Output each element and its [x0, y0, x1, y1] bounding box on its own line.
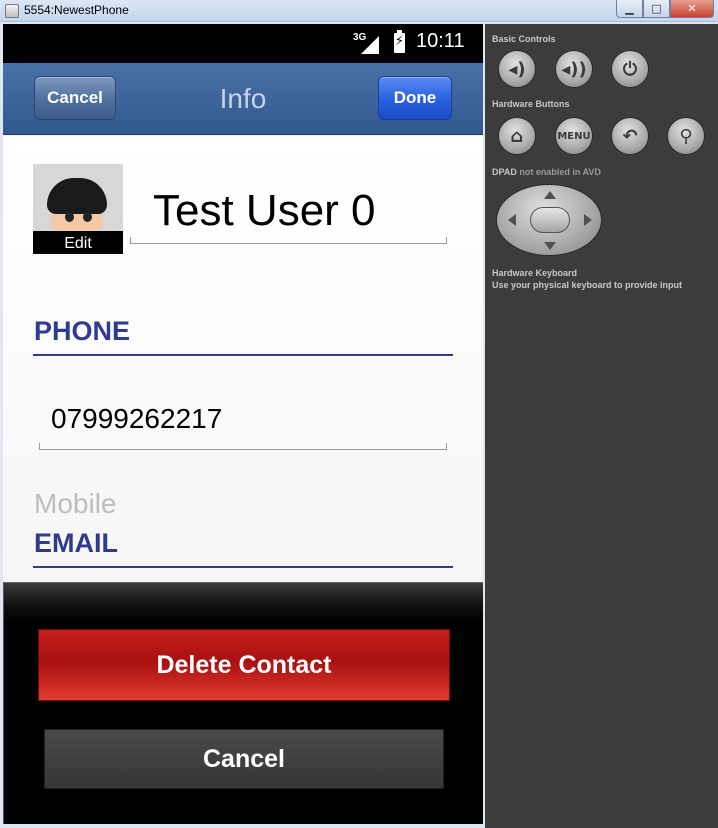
- volume-up-icon[interactable]: ◂)): [555, 50, 593, 88]
- done-button[interactable]: Done: [378, 76, 452, 120]
- volume-down-icon[interactable]: ◂): [498, 50, 536, 88]
- dpad-label: DPAD not enabled in AVD: [492, 167, 601, 177]
- battery-icon: ⚡: [394, 30, 405, 53]
- navigation-bar: Cancel Info Done: [3, 63, 483, 135]
- emulator-control-panel: Basic Controls ◂) ◂)) ⏻ Hardware Buttons…: [485, 24, 718, 828]
- status-bar: 3G ⚡ 10:11: [3, 24, 483, 63]
- search-icon[interactable]: ⚲: [667, 117, 705, 155]
- avatar-eye: [83, 212, 92, 222]
- dpad-center-button[interactable]: [530, 207, 570, 233]
- dpad-up-icon[interactable]: [544, 191, 556, 199]
- power-icon[interactable]: ⏻: [611, 50, 649, 88]
- back-icon[interactable]: ↶: [611, 117, 649, 155]
- action-sheet: Delete Contact Cancel: [3, 582, 483, 824]
- window-controls: ▁ □ ✕: [616, 0, 714, 18]
- dpad-left-icon[interactable]: [508, 214, 516, 226]
- edit-photo-label[interactable]: Edit: [33, 231, 123, 254]
- hardware-keyboard-title: Hardware Keyboard: [492, 268, 578, 278]
- phone-number-input[interactable]: 07999262217: [39, 394, 447, 450]
- delete-contact-button[interactable]: Delete Contact: [38, 629, 450, 701]
- phone-section-title: PHONE: [34, 316, 131, 346]
- basic-controls-label: Basic Controls: [492, 34, 556, 44]
- phone-type-label[interactable]: Mobile: [34, 488, 116, 520]
- name-input[interactable]: Test User 0: [130, 184, 447, 244]
- dpad-right-icon[interactable]: [584, 214, 592, 226]
- phone-screen: 3G ⚡ 10:11 Cancel Info Done Edit Test Us…: [3, 24, 483, 824]
- avatar[interactable]: Edit: [33, 164, 123, 254]
- status-time: 10:11: [416, 30, 465, 52]
- minimize-button[interactable]: ▁: [616, 0, 643, 18]
- menu-button[interactable]: MENU: [555, 117, 593, 155]
- dpad-down-icon[interactable]: [544, 242, 556, 250]
- maximize-button[interactable]: □: [643, 0, 670, 18]
- dpad-control[interactable]: [496, 184, 602, 256]
- phone-section-header: PHONE: [33, 312, 453, 356]
- charging-icon: ⚡: [394, 34, 405, 49]
- email-section-header: EMAIL: [33, 524, 453, 568]
- dpad-status: not enabled in AVD: [519, 167, 601, 177]
- hardware-keyboard-hint: Use your physical keyboard to provide in…: [492, 280, 683, 290]
- hardware-buttons-label: Hardware Buttons: [492, 99, 570, 109]
- app-icon: [5, 4, 19, 18]
- signal-icon: [361, 36, 379, 54]
- sheet-cancel-button[interactable]: Cancel: [44, 729, 444, 789]
- avatar-hair: [47, 178, 107, 214]
- phone-number-value: 07999262217: [51, 403, 223, 434]
- email-section-title: EMAIL: [34, 528, 118, 558]
- window-titlebar: 5554:NewestPhone ▁ □ ✕: [0, 0, 718, 22]
- home-icon[interactable]: ⌂: [498, 117, 536, 155]
- avatar-eye: [65, 212, 74, 222]
- window-title: 5554:NewestPhone: [24, 3, 129, 17]
- close-button[interactable]: ✕: [670, 0, 714, 18]
- dpad-title: DPAD: [492, 167, 517, 177]
- name-value: Test User 0: [153, 186, 376, 235]
